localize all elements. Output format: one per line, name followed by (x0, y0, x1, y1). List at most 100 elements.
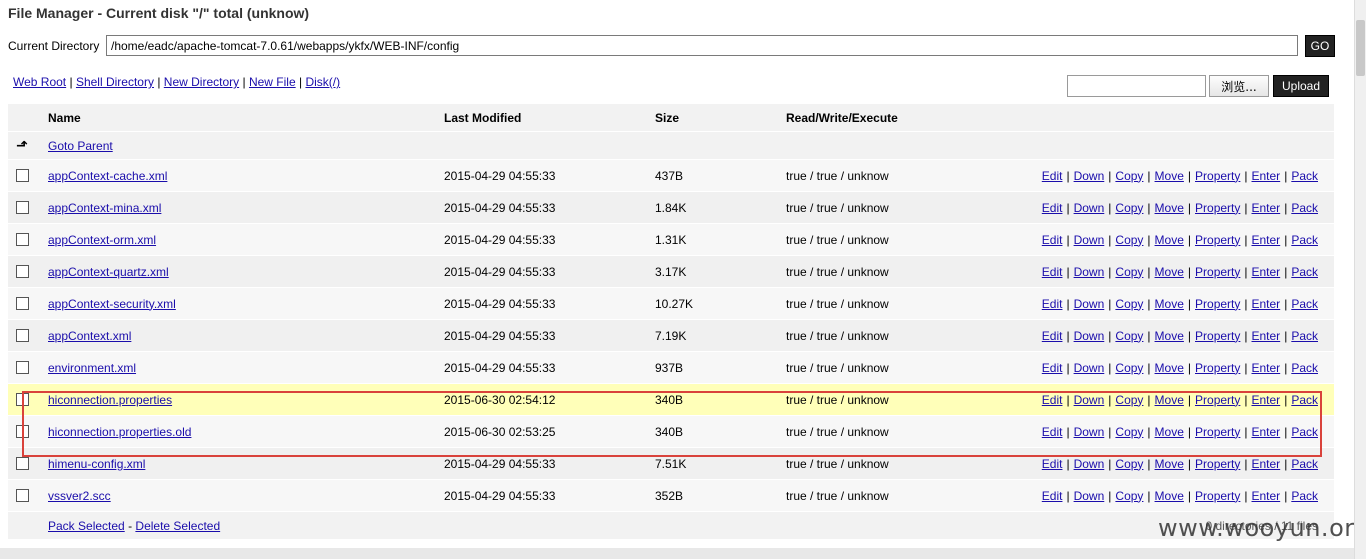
action-move-link[interactable]: Move (1155, 489, 1184, 503)
action-edit-link[interactable]: Edit (1042, 265, 1063, 279)
file-name-link[interactable]: appContext-cache.xml (48, 169, 167, 183)
action-pack-link[interactable]: Pack (1291, 201, 1318, 215)
action-down-link[interactable]: Down (1074, 265, 1105, 279)
action-move-link[interactable]: Move (1155, 265, 1184, 279)
action-copy-link[interactable]: Copy (1115, 489, 1143, 503)
action-down-link[interactable]: Down (1074, 169, 1105, 183)
action-enter-link[interactable]: Enter (1252, 329, 1281, 343)
new-directory-link[interactable]: New Directory (164, 75, 239, 89)
action-enter-link[interactable]: Enter (1252, 169, 1281, 183)
action-down-link[interactable]: Down (1074, 329, 1105, 343)
row-checkbox[interactable] (16, 489, 29, 502)
action-enter-link[interactable]: Enter (1252, 297, 1281, 311)
current-directory-input[interactable] (106, 35, 1298, 56)
action-move-link[interactable]: Move (1155, 361, 1184, 375)
delete-selected-link[interactable]: Delete Selected (135, 519, 220, 533)
action-edit-link[interactable]: Edit (1042, 297, 1063, 311)
action-enter-link[interactable]: Enter (1252, 457, 1281, 471)
browse-button[interactable]: 浏览... (1209, 75, 1269, 97)
row-checkbox[interactable] (16, 425, 29, 438)
row-checkbox[interactable] (16, 169, 29, 182)
action-property-link[interactable]: Property (1195, 297, 1240, 311)
action-edit-link[interactable]: Edit (1042, 329, 1063, 343)
disk-link[interactable]: Disk(/) (305, 75, 340, 89)
row-checkbox[interactable] (16, 233, 29, 246)
action-copy-link[interactable]: Copy (1115, 361, 1143, 375)
file-name-link[interactable]: appContext-security.xml (48, 297, 176, 311)
action-down-link[interactable]: Down (1074, 489, 1105, 503)
action-property-link[interactable]: Property (1195, 233, 1240, 247)
action-enter-link[interactable]: Enter (1252, 393, 1281, 407)
action-edit-link[interactable]: Edit (1042, 233, 1063, 247)
shell-directory-link[interactable]: Shell Directory (76, 75, 154, 89)
action-move-link[interactable]: Move (1155, 233, 1184, 247)
action-copy-link[interactable]: Copy (1115, 425, 1143, 439)
file-name-link[interactable]: hiconnection.properties.old (48, 425, 191, 439)
action-enter-link[interactable]: Enter (1252, 201, 1281, 215)
action-move-link[interactable]: Move (1155, 169, 1184, 183)
action-enter-link[interactable]: Enter (1252, 489, 1281, 503)
action-edit-link[interactable]: Edit (1042, 457, 1063, 471)
action-pack-link[interactable]: Pack (1291, 169, 1318, 183)
action-enter-link[interactable]: Enter (1252, 265, 1281, 279)
action-pack-link[interactable]: Pack (1291, 265, 1318, 279)
action-down-link[interactable]: Down (1074, 361, 1105, 375)
file-name-link[interactable]: appContext-mina.xml (48, 201, 161, 215)
action-down-link[interactable]: Down (1074, 425, 1105, 439)
upload-file-input[interactable] (1067, 75, 1206, 97)
upload-button[interactable]: Upload (1273, 75, 1329, 97)
file-name-link[interactable]: vssver2.scc (48, 489, 111, 503)
action-property-link[interactable]: Property (1195, 457, 1240, 471)
go-button[interactable]: GO (1305, 35, 1335, 57)
action-move-link[interactable]: Move (1155, 393, 1184, 407)
new-file-link[interactable]: New File (249, 75, 296, 89)
action-copy-link[interactable]: Copy (1115, 233, 1143, 247)
file-name-link[interactable]: appContext-quartz.xml (48, 265, 169, 279)
action-move-link[interactable]: Move (1155, 457, 1184, 471)
row-checkbox[interactable] (16, 393, 29, 406)
action-copy-link[interactable]: Copy (1115, 297, 1143, 311)
action-copy-link[interactable]: Copy (1115, 201, 1143, 215)
file-name-link[interactable]: himenu-config.xml (48, 457, 145, 471)
action-copy-link[interactable]: Copy (1115, 265, 1143, 279)
action-down-link[interactable]: Down (1074, 457, 1105, 471)
action-property-link[interactable]: Property (1195, 169, 1240, 183)
action-property-link[interactable]: Property (1195, 393, 1240, 407)
row-checkbox[interactable] (16, 265, 29, 278)
action-pack-link[interactable]: Pack (1291, 329, 1318, 343)
action-property-link[interactable]: Property (1195, 489, 1240, 503)
action-move-link[interactable]: Move (1155, 329, 1184, 343)
action-copy-link[interactable]: Copy (1115, 329, 1143, 343)
action-pack-link[interactable]: Pack (1291, 393, 1318, 407)
file-name-link[interactable]: appContext.xml (48, 329, 131, 343)
action-edit-link[interactable]: Edit (1042, 201, 1063, 215)
scrollbar-thumb[interactable] (1356, 20, 1365, 76)
action-down-link[interactable]: Down (1074, 201, 1105, 215)
action-copy-link[interactable]: Copy (1115, 393, 1143, 407)
action-down-link[interactable]: Down (1074, 393, 1105, 407)
action-property-link[interactable]: Property (1195, 201, 1240, 215)
action-move-link[interactable]: Move (1155, 297, 1184, 311)
action-pack-link[interactable]: Pack (1291, 489, 1318, 503)
action-property-link[interactable]: Property (1195, 265, 1240, 279)
action-enter-link[interactable]: Enter (1252, 425, 1281, 439)
file-name-link[interactable]: environment.xml (48, 361, 136, 375)
row-checkbox[interactable] (16, 361, 29, 374)
action-down-link[interactable]: Down (1074, 233, 1105, 247)
web-root-link[interactable]: Web Root (13, 75, 66, 89)
action-move-link[interactable]: Move (1155, 201, 1184, 215)
action-property-link[interactable]: Property (1195, 361, 1240, 375)
file-name-link[interactable]: appContext-orm.xml (48, 233, 156, 247)
file-name-link[interactable]: hiconnection.properties (48, 393, 172, 407)
action-enter-link[interactable]: Enter (1252, 361, 1281, 375)
action-pack-link[interactable]: Pack (1291, 361, 1318, 375)
action-copy-link[interactable]: Copy (1115, 457, 1143, 471)
action-move-link[interactable]: Move (1155, 425, 1184, 439)
action-edit-link[interactable]: Edit (1042, 393, 1063, 407)
action-pack-link[interactable]: Pack (1291, 425, 1318, 439)
action-pack-link[interactable]: Pack (1291, 297, 1318, 311)
vertical-scrollbar[interactable] (1354, 0, 1366, 559)
pack-selected-link[interactable]: Pack Selected (48, 519, 125, 533)
action-pack-link[interactable]: Pack (1291, 457, 1318, 471)
action-edit-link[interactable]: Edit (1042, 169, 1063, 183)
